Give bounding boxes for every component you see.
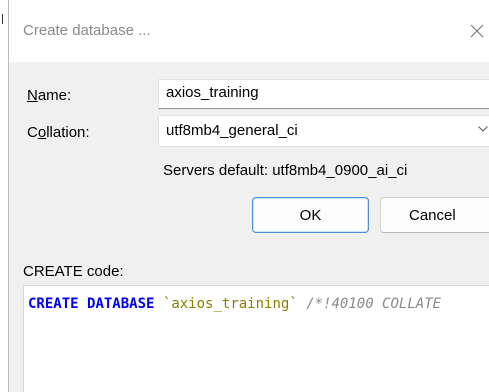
name-input[interactable]: axios_training	[158, 79, 489, 109]
collation-select[interactable]: utf8mb4_general_ci	[158, 115, 489, 147]
close-button[interactable]	[465, 14, 489, 48]
dialog-title: Create database ...	[23, 22, 151, 39]
create-code-editor[interactable]: CREATE DATABASE `axios_training` /*!4010…	[23, 285, 489, 392]
collation-label: Collation:	[27, 124, 90, 141]
create-database-dialog: Create database ... Name: axios_training…	[0, 0, 489, 392]
name-label: Name:	[27, 87, 72, 104]
cancel-button[interactable]: Cancel	[380, 197, 489, 233]
ok-button[interactable]: OK	[252, 197, 369, 233]
servers-default-text: Servers default: utf8mb4_0900_ai_ci	[163, 162, 408, 179]
close-icon	[470, 24, 484, 38]
title-bar: Create database ...	[9, 0, 489, 62]
code-keyword-database: DATABASE	[87, 296, 155, 312]
code-comment: /*!40100 COLLATE	[306, 296, 442, 312]
code-keyword-create: CREATE	[28, 296, 79, 312]
code-identifier: `axios_training`	[162, 296, 298, 312]
edge-mark	[2, 14, 3, 24]
chevron-down-icon[interactable]	[478, 126, 488, 132]
create-code-label: CREATE code:	[23, 263, 124, 280]
